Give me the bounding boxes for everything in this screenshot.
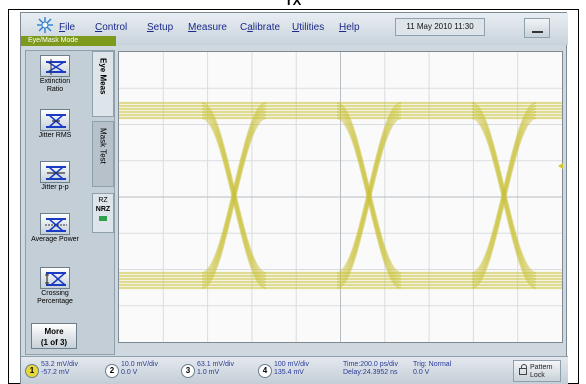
channel-4-control[interactable]: 4 100 mV/div 135.4 mV [258,359,334,383]
menu-setup-mnemonic: S [147,22,154,33]
date-time-display: 11 May 2010 11:30 [395,18,485,36]
pattern-lock-label-2: Lock [530,372,545,379]
channel-4-text: 100 mV/div 135.4 mV [274,361,309,377]
average-power-label: Average Power [31,236,79,243]
menu-control[interactable]: Control [95,22,127,33]
channel-2-badge: 2 [105,364,119,378]
more-button-page: (1 of 3) [40,338,68,347]
lock-icon [519,364,527,375]
timebase-delay: Delay:24.3952 ns [343,369,398,376]
channel-4-scale: 100 mV/div [274,361,310,368]
channel-1-scale: 53.2 mV/div [41,361,78,368]
channel-1-control[interactable]: 1 53.2 mV/div -57.2 mV [25,359,101,383]
extinction-ratio-label: Extinction Ratio [39,78,71,93]
channel-4-offset: 135.4 mV [274,369,304,376]
pattern-lock-button[interactable]: Pattern Lock [513,360,561,382]
channel-2-offset: 0.0 V [121,369,138,376]
average-power-icon [40,213,70,235]
document-title: TX [284,0,302,8]
menu-control-label: ontrol [102,22,128,33]
crossing-percentage-button[interactable]: Crossing Percentage [31,267,79,315]
minimize-button[interactable] [524,18,550,38]
crossing-percentage-label: Crossing Percentage [37,290,73,305]
menu-help-label: elp [346,22,360,33]
channel-2-scale: 10.0 mV/div [121,361,158,368]
nrz-label: NRZ [95,206,111,213]
status-bar: 1 53.2 mV/div -57.2 mV 2 10.0 mV/div 0.0 V… [21,356,568,384]
more-button-label: More [44,327,64,336]
extinction-ratio-button[interactable]: Extinction Ratio [31,55,79,103]
menu-utilities-label: tilities [299,22,325,33]
channel-1-offset: -57.2 mV [41,369,70,376]
oscilloscope-screen: File Control Setup Measure Calibrate Uti… [20,12,568,384]
eye-diagram [119,52,562,342]
trigger-control[interactable]: Trig: Normal 0.0 V [413,361,451,377]
tab-eye-meas-label: Eye Meas [98,58,108,95]
menu-setup-label: etup [153,22,174,33]
menu-file[interactable]: File [59,22,75,33]
jitter-rms-label: Jitter RMS [38,132,72,139]
channel-3-offset: 1.0 mV [197,369,220,376]
waveform-display[interactable] [118,51,563,343]
jitter-rms-icon [40,109,70,131]
tab-eye-meas[interactable]: Eye Meas [92,51,114,117]
extinction-ratio-icon [40,55,70,77]
menu-calibrate[interactable]: Calibrate [240,22,280,33]
mode-indicator: Eye/Mask Mode [21,36,116,46]
tab-mask-test-label: Mask Test [98,128,108,164]
channel-3-control[interactable]: 3 63.1 mV/div 1.0 mV [181,359,253,383]
jitter-pp-icon [40,161,70,183]
jitter-pp-button[interactable]: Jitter p-p [31,161,79,209]
nrz-indicator-led [99,216,107,221]
rz-label: RZ [98,197,108,204]
jitter-pp-label: Jitter p-p [41,184,69,191]
crossing-percentage-icon [40,267,70,289]
channel-1-text: 53.2 mV/div -57.2 mV [41,361,78,377]
trigger-level-marker [558,163,563,169]
menu-help[interactable]: Help [339,22,360,33]
menu-measure[interactable]: Measure [188,22,227,33]
measurement-panel: Extinction Ratio Jitter RMS Jitter p-p A… [25,50,115,355]
starburst-icon[interactable] [36,16,54,34]
graticule-grid [119,52,562,342]
menu-setup[interactable]: Setup [147,22,173,33]
timebase-scale: Time:200.0 ps/div [343,361,398,368]
trigger-mode: Trig: Normal [413,361,452,368]
timebase-control[interactable]: Time:200.0 ps/div Delay:24.3952 ns [343,361,398,377]
channel-3-text: 63.1 mV/div 1.0 mV [197,361,234,377]
channel-4-badge: 4 [258,364,272,378]
average-power-button[interactable]: Average Power [31,213,79,261]
jitter-rms-button[interactable]: Jitter RMS [31,109,79,157]
rz-nrz-toggle[interactable]: RZ NRZ [92,193,114,233]
channel-2-control[interactable]: 2 10.0 mV/div 0.0 V [105,359,177,383]
channel-1-badge: 1 [25,364,39,378]
trigger-level: 0.0 V [413,369,430,376]
menu-file-label: ile [65,22,76,33]
menu-bar: File Control Setup Measure Calibrate Uti… [21,13,568,46]
menu-measure-label: easure [196,22,227,33]
pattern-lock-label: Pattern [530,364,553,371]
channel-3-badge: 3 [181,364,195,378]
channel-3-scale: 63.1 mV/div [197,361,234,368]
channel-2-text: 10.0 mV/div 0.0 V [121,361,158,377]
tab-mask-test[interactable]: Mask Test [92,121,114,187]
menu-utilities[interactable]: Utilities [292,22,324,33]
more-button[interactable]: More (1 of 3) [31,323,77,349]
menu-calibrate-label: librate [252,22,281,33]
